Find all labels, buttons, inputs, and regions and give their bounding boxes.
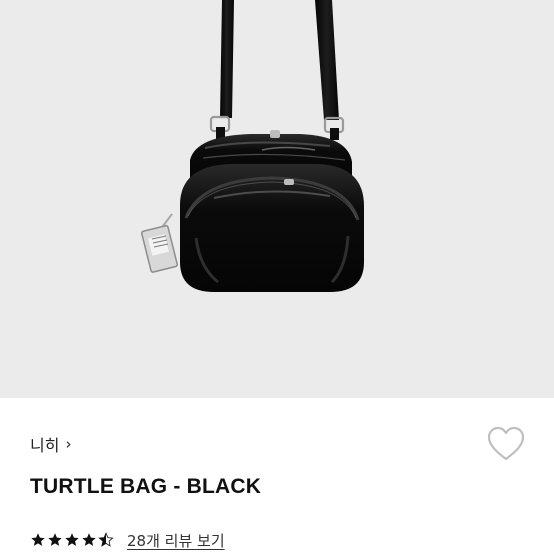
heart-outline-icon <box>487 426 525 461</box>
star-filled-icon <box>65 533 79 546</box>
star-rating <box>30 532 115 548</box>
brand-name: 니히 <box>30 436 60 455</box>
star-half-icon <box>98 532 114 547</box>
review-link[interactable]: 28개 리뷰 보기 <box>127 530 225 551</box>
chevron-right-icon: › <box>65 434 72 453</box>
product-page: 니히 › TURTLE BAG - BLACK 28개 리뷰 보기 <box>0 0 554 554</box>
product-image[interactable] <box>0 0 554 398</box>
brand-link[interactable]: 니히 › <box>30 432 71 456</box>
star-filled-icon <box>48 533 62 546</box>
bag-illustration <box>140 0 364 292</box>
product-info-panel: 니히 › TURTLE BAG - BLACK 28개 리뷰 보기 <box>0 398 554 554</box>
wishlist-button[interactable] <box>486 426 526 462</box>
rating-row: 28개 리뷰 보기 <box>30 529 225 551</box>
star-filled-icon <box>82 533 96 546</box>
star-filled-icon <box>31 533 45 546</box>
product-title: TURTLE BAG - BLACK <box>30 475 262 498</box>
